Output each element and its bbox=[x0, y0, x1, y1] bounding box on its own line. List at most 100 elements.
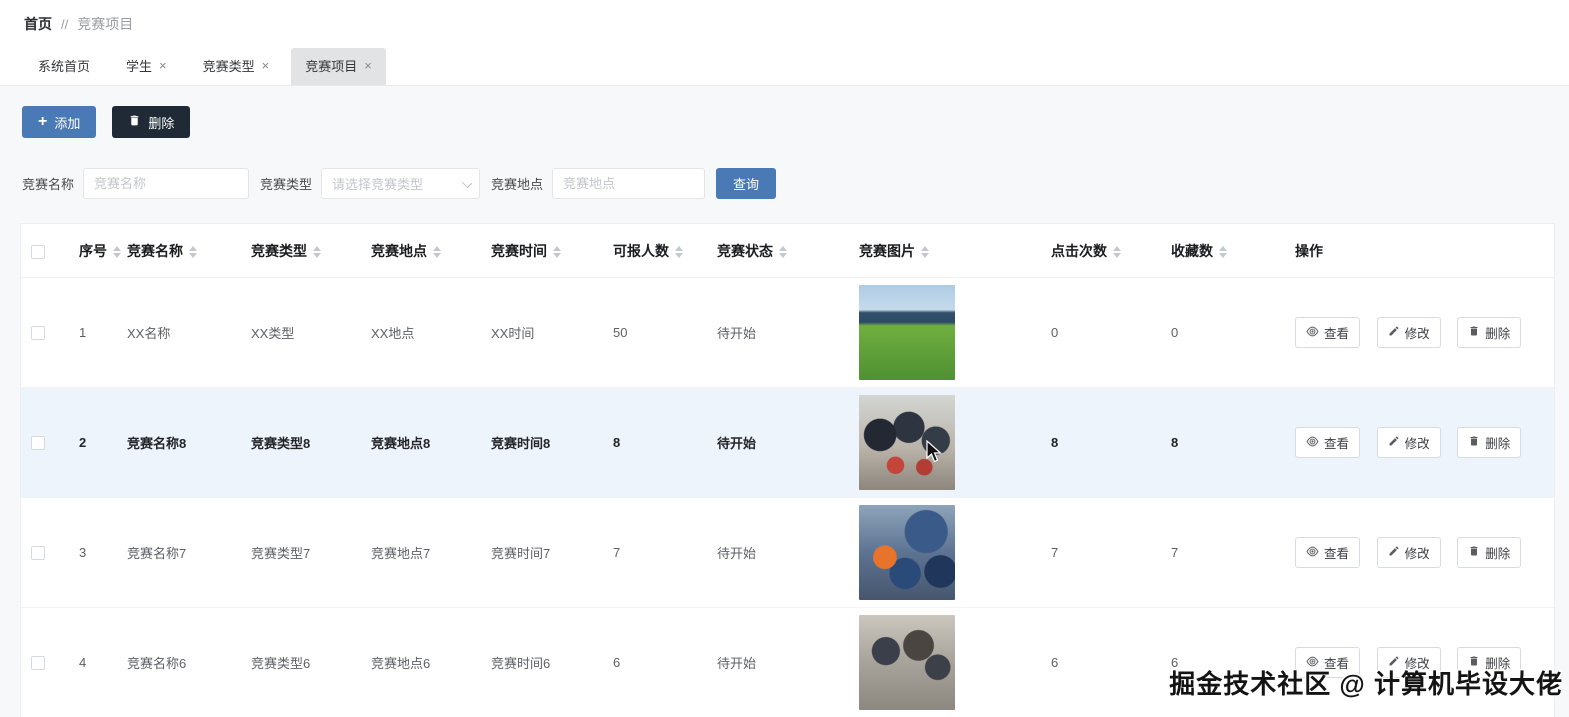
sort-icon[interactable] bbox=[313, 246, 321, 259]
trash-icon bbox=[128, 114, 141, 130]
cell-actions: 查看 修改 删除 bbox=[1285, 277, 1554, 388]
row-checkbox[interactable] bbox=[31, 656, 45, 671]
row-delete-button[interactable]: 删除 bbox=[1457, 536, 1522, 568]
eye-icon bbox=[1306, 326, 1319, 340]
location-filter-label: 竞赛地点 bbox=[491, 177, 544, 192]
cell-competition-time: XX时间 bbox=[481, 277, 603, 388]
edit-button-label: 修改 bbox=[1404, 326, 1430, 341]
view-button[interactable]: 查看 bbox=[1295, 537, 1361, 569]
column-header-收藏数[interactable]: 收藏数 bbox=[1161, 224, 1285, 278]
sort-icon[interactable] bbox=[675, 246, 683, 259]
tab-竞赛类型[interactable]: 竞赛类型 × bbox=[189, 48, 284, 85]
sort-icon[interactable] bbox=[189, 246, 197, 259]
edit-button[interactable]: 修改 bbox=[1376, 316, 1441, 348]
breadcrumb-home[interactable]: 首页 bbox=[24, 14, 52, 34]
header-checkbox-cell bbox=[21, 224, 69, 278]
tab-label: 竞赛类型 bbox=[202, 59, 255, 74]
row-delete-button[interactable]: 删除 bbox=[1457, 316, 1522, 348]
column-header-序号[interactable]: 序号 bbox=[69, 224, 121, 278]
plus-icon: + bbox=[38, 113, 48, 130]
edit-button[interactable]: 修改 bbox=[1376, 536, 1441, 568]
cell-status: 待开始 bbox=[707, 387, 849, 498]
column-header-竞赛时间[interactable]: 竞赛时间 bbox=[481, 224, 603, 278]
cell-capacity: 50 bbox=[603, 277, 707, 388]
table-row[interactable]: 2 竞赛名称8 竞赛类型8 竞赛地点8 竞赛时间8 8 待开始 8 8 查看 修… bbox=[21, 387, 1554, 498]
add-button-label: 添加 bbox=[54, 115, 81, 131]
tab-close-icon[interactable]: × bbox=[364, 59, 372, 72]
trash-icon bbox=[1468, 325, 1480, 340]
cell-index: 2 bbox=[69, 387, 117, 498]
view-button-label: 查看 bbox=[1324, 547, 1350, 562]
cell-competition-location: 竞赛地点6 bbox=[361, 607, 481, 717]
name-filter-input[interactable] bbox=[83, 168, 250, 199]
cell-competition-name: 竞赛名称7 bbox=[117, 497, 241, 608]
watermark-text: 掘金技术社区 @ 计算机毕设大佬 bbox=[1169, 669, 1563, 699]
column-header-竞赛名称[interactable]: 竞赛名称 bbox=[117, 224, 241, 278]
competition-table-card: 序号 竞赛名称 竞赛类型 竞赛地点 竞赛时间 可报人数 竞赛状态 竞赛图片 点击次数 收藏数 操作 … bbox=[20, 223, 1555, 717]
sort-icon[interactable] bbox=[921, 246, 929, 259]
column-header-竞赛图片[interactable]: 竞赛图片 bbox=[849, 224, 1041, 278]
cell-competition-location: XX地点 bbox=[361, 277, 481, 388]
trash-icon bbox=[1468, 545, 1480, 560]
delete-button-label: 删除 bbox=[1485, 326, 1511, 341]
select-all-checkbox[interactable] bbox=[31, 245, 45, 260]
pencil-icon bbox=[1388, 435, 1400, 450]
toolbar: + 添加 删除 bbox=[0, 86, 1569, 138]
type-filter-select[interactable]: 请选择竞赛类型 bbox=[321, 168, 481, 199]
cell-competition-name: 竞赛名称8 bbox=[117, 387, 241, 498]
column-header-竞赛地点[interactable]: 竞赛地点 bbox=[361, 224, 481, 278]
location-filter-input[interactable] bbox=[552, 168, 706, 199]
cell-click-count: 8 bbox=[1041, 387, 1161, 498]
name-filter-label: 竞赛名称 bbox=[22, 177, 75, 192]
competition-image bbox=[859, 285, 955, 380]
cell-competition-type: 竞赛类型6 bbox=[241, 607, 361, 717]
sort-icon[interactable] bbox=[553, 246, 561, 259]
cell-competition-type: 竞赛类型8 bbox=[241, 387, 361, 498]
cell-actions: 查看 修改 删除 bbox=[1285, 387, 1554, 498]
sort-icon[interactable] bbox=[1219, 246, 1227, 259]
row-checkbox[interactable] bbox=[31, 436, 45, 451]
sort-icon[interactable] bbox=[779, 246, 787, 259]
cell-click-count: 6 bbox=[1041, 607, 1161, 717]
column-header-可报人数[interactable]: 可报人数 bbox=[603, 224, 707, 278]
table-body: 1 XX名称 XX类型 XX地点 XX时间 50 待开始 0 0 查看 修改 删… bbox=[21, 277, 1554, 717]
cell-capacity: 8 bbox=[603, 387, 707, 498]
search-button[interactable]: 查询 bbox=[716, 168, 777, 199]
table-row[interactable]: 3 竞赛名称7 竞赛类型7 竞赛地点7 竞赛时间7 7 待开始 7 7 查看 修… bbox=[21, 497, 1554, 608]
add-button[interactable]: + 添加 bbox=[22, 106, 97, 138]
view-button[interactable]: 查看 bbox=[1295, 317, 1361, 349]
chevron-down-icon bbox=[461, 177, 473, 189]
row-checkbox[interactable] bbox=[31, 326, 45, 341]
delete-button-toolbar[interactable]: 删除 bbox=[112, 106, 191, 138]
tab-竞赛项目[interactable]: 竞赛项目 × bbox=[291, 48, 386, 85]
search-button-label: 查询 bbox=[733, 177, 760, 192]
type-filter-label: 竞赛类型 bbox=[260, 177, 313, 192]
eye-icon bbox=[1306, 546, 1319, 560]
column-header-竞赛类型[interactable]: 竞赛类型 bbox=[241, 224, 361, 278]
sort-icon[interactable] bbox=[113, 246, 121, 259]
cell-click-count: 0 bbox=[1041, 277, 1161, 388]
tab-close-icon[interactable]: × bbox=[159, 59, 167, 72]
tab-close-icon[interactable]: × bbox=[262, 59, 270, 72]
cell-index: 3 bbox=[69, 497, 117, 608]
column-header-竞赛状态[interactable]: 竞赛状态 bbox=[707, 224, 849, 278]
cell-favorite-count: 0 bbox=[1161, 277, 1285, 388]
row-checkbox[interactable] bbox=[31, 546, 45, 561]
table-row[interactable]: 1 XX名称 XX类型 XX地点 XX时间 50 待开始 0 0 查看 修改 删… bbox=[21, 277, 1554, 388]
tab-系统首页[interactable]: 系统首页 bbox=[24, 48, 104, 85]
cell-competition-time: 竞赛时间7 bbox=[481, 497, 603, 608]
edit-button[interactable]: 修改 bbox=[1376, 426, 1441, 458]
tab-label: 学生 bbox=[126, 59, 153, 74]
tab-学生[interactable]: 学生 × bbox=[112, 48, 181, 85]
sort-icon[interactable] bbox=[1113, 246, 1121, 259]
delete-button-label: 删除 bbox=[1485, 546, 1511, 561]
trash-icon bbox=[1468, 435, 1480, 450]
cell-competition-type: 竞赛类型7 bbox=[241, 497, 361, 608]
view-button[interactable]: 查看 bbox=[1295, 427, 1361, 459]
sort-icon[interactable] bbox=[433, 246, 441, 259]
competition-image bbox=[859, 505, 955, 600]
row-delete-button[interactable]: 删除 bbox=[1457, 426, 1522, 458]
tab-label: 竞赛项目 bbox=[305, 59, 358, 74]
view-button-label: 查看 bbox=[1324, 327, 1350, 342]
column-header-点击次数[interactable]: 点击次数 bbox=[1041, 224, 1161, 278]
